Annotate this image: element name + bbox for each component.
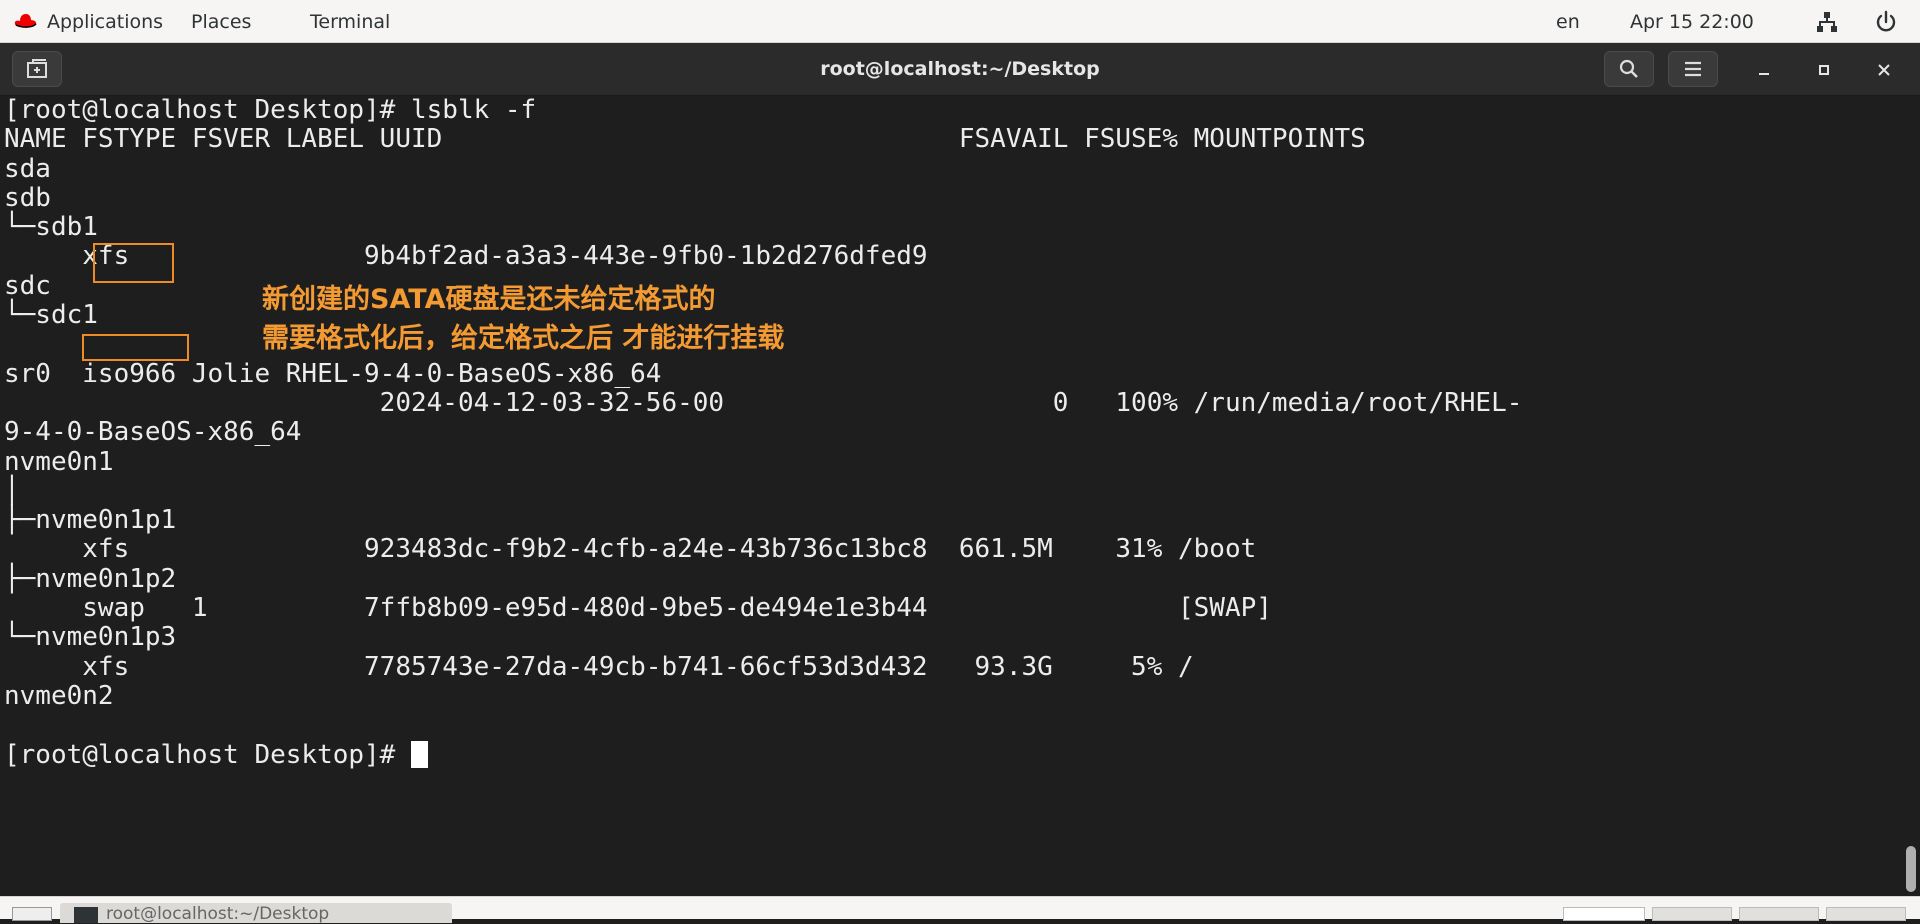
bottom-panel: root@localhost:~/Desktop [0,896,1920,924]
prompt-text: [root@localhost Desktop]# [4,739,411,770]
text-cursor [411,740,428,768]
terminal-line: swap 1 7ffb8b09-e95d-480d-9be5-de494e1e3… [4,593,1272,624]
search-icon [1619,59,1638,78]
power-icon[interactable] [1874,10,1898,34]
minimize-button[interactable] [1747,53,1781,87]
redhat-logo-icon[interactable] [12,12,38,30]
terminal-line: └─nvme0n1p3 [4,622,177,653]
terminal-line: │ [4,475,20,506]
minimize-icon [1759,73,1769,75]
terminal-line: nvme0n2 [4,680,114,711]
terminal-line: └─sdb1 [4,212,98,243]
terminal-line: ├─nvme0n1p1 [4,505,177,536]
terminal-line: [root@localhost Desktop]# lsblk -f [4,95,537,125]
terminal-line: sdb [4,182,51,213]
vertical-scrollbar[interactable] [1900,96,1920,896]
applications-menu[interactable]: Applications [47,11,163,33]
network-icon[interactable] [1815,10,1839,34]
terminal-app-menu[interactable]: Terminal [310,11,390,33]
taskbar-window-button[interactable]: root@localhost:~/Desktop [60,903,452,924]
maximize-icon [1819,65,1829,75]
terminal-icon [74,907,98,923]
scrollbar-thumb[interactable] [1906,846,1916,892]
empty-fstype-highlight-box [82,334,189,361]
clock[interactable]: Apr 15 22:00 [1630,11,1754,33]
xfs-highlight-box [93,243,174,283]
places-menu[interactable]: Places [191,11,251,33]
terminal-headerbar: root@localhost:~/Desktop [0,43,1920,96]
terminal-line: ├─nvme0n1p2 [4,563,177,594]
terminal-line: xfs 923483dc-f9b2-4cfb-a24e-43b736c13bc8… [4,534,1257,565]
prompt-line: [root@localhost Desktop]# [0,739,1900,770]
terminal-line: xfs 9b4bf2ad-a3a3-443e-9fb0-1b2d276dfed9 [4,241,928,272]
menu-button[interactable] [1668,51,1718,87]
taskbar-window-label: root@localhost:~/Desktop [106,904,330,924]
terminal-line: sda [4,153,51,184]
input-language-indicator[interactable]: en [1556,11,1580,33]
annotation-line-1: 新创建的SATA硬盘是还未给定格式的 [262,284,716,315]
maximize-button[interactable] [1807,53,1841,87]
close-icon [1878,64,1890,76]
search-button[interactable] [1604,51,1654,87]
terminal-output[interactable]: [root@localhost Desktop]# lsblk -f NAME … [0,95,1900,896]
annotation-line-2: 需要格式化后，给定格式之后 才能进行挂载 [262,323,785,354]
terminal-line: 9-4-0-BaseOS-x86_64 [4,417,302,448]
top-panel: Applications Places Terminal en Apr 15 2… [0,0,1920,43]
terminal-line: 2024-04-12-03-32-56-00 0 100% /run/media… [4,387,1523,418]
terminal-line: xfs 7785743e-27da-49cb-b741-66cf53d3d432… [4,651,1194,682]
terminal-line: NAME FSTYPE FSVER LABEL UUID FSAVAIL FSU… [4,124,1366,155]
close-button[interactable] [1867,53,1901,87]
hamburger-menu-icon [1685,61,1701,77]
terminal-line: nvme0n1 [4,446,114,477]
terminal-line: sr0 iso966 Jolie RHEL-9-4-0-BaseOS-x86_6… [4,358,662,389]
